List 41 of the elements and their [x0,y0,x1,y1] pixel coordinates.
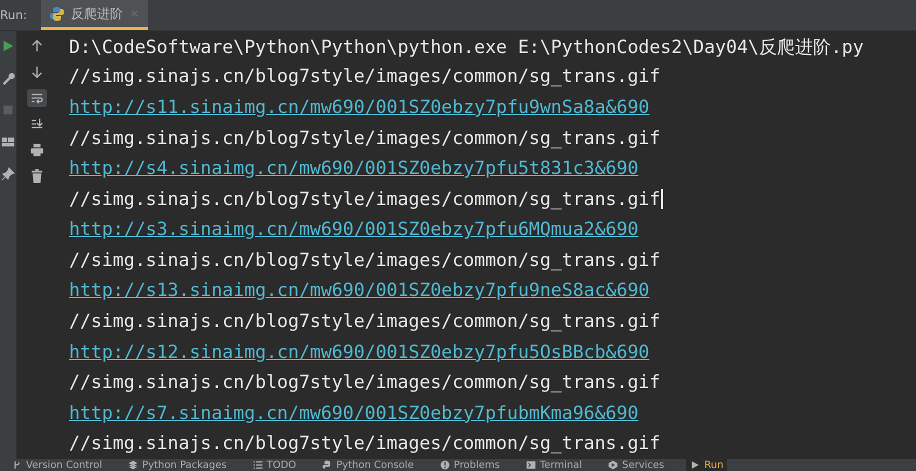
output-line: //simg.sinajs.cn/blog7style/images/common/sg_trans.gif [69,250,660,271]
vcs-icon [12,460,22,470]
run-label: Run: [0,8,28,22]
tool-window-tab[interactable]: Terminal [522,459,586,471]
output-link[interactable]: http://s12.sinaimg.cn/mw690/001SZ0ebzy7pfu5OsBBcb&690 [69,342,650,363]
trash-icon [30,169,44,183]
todo-icon [252,460,263,470]
output-link[interactable]: http://s7.sinaimg.cn/mw690/001SZ0ebzy7pfubmKma96&690 [69,402,638,424]
tool-window-tab[interactable]: Python Console [318,459,418,471]
down-arrow-icon [30,65,44,79]
packages-icon [128,460,138,470]
tool-window-tab[interactable]: Run [686,459,728,471]
up-arrow-icon [30,39,44,53]
output-link[interactable]: http://s13.sinaimg.cn/mw690/001SZ0ebzy7pfu9neS8ac&690 [69,280,650,302]
printer-icon [30,143,44,157]
wrench-icon[interactable] [1,71,15,85]
tool-window-tab[interactable]: TODO [248,459,300,471]
soft-wrap-icon [30,91,44,105]
layout-icon[interactable] [1,135,15,149]
run-tab[interactable]: 反爬进阶 [41,0,148,30]
output-line: //simg.sinajs.cn/blog7style/images/common/sg_trans.gif [69,128,660,149]
output-line: //simg.sinajs.cn/blog7style/images/common/sg_trans.gif [69,433,660,454]
output-line: //simg.sinajs.cn/blog7style/images/common/sg_trans.gif [69,310,660,332]
output-line: //simg.sinajs.cn/blog7style/images/common/sg_trans.gif [69,188,660,210]
tool-window-tab[interactable]: Python Packages [124,459,231,471]
output-line: //simg.sinajs.cn/blog7style/images/common/sg_trans.gif [69,372,660,394]
soft-wrap-button[interactable] [27,89,47,107]
tool-window-tab[interactable]: Problems [436,459,504,471]
pin-icon[interactable] [1,167,15,181]
run-icon [690,460,700,470]
scroll-to-end-icon [30,117,44,131]
python-icon [322,460,332,470]
output-line: //simg.sinajs.cn/blog7style/images/common/sg_trans.gif [69,66,660,88]
output-link[interactable]: http://s4.sinaimg.cn/mw690/001SZ0ebzy7pfu5t831c3&690 [69,158,638,180]
tool-window-tab[interactable]: Services [604,459,668,471]
python-icon [49,6,66,22]
command-line: D:\CodeSoftware\Python\Python\python.exe E:\PythonCodes2\Day04\反爬进阶.py [69,36,864,59]
output-link[interactable]: http://s3.sinaimg.cn/mw690/001SZ0ebzy7pfu6MQmua2&690 [69,219,638,240]
output-link[interactable]: http://s11.sinaimg.cn/mw690/001SZ0ebzy7pfu9wnSa8a&690 [69,96,650,118]
tool-window-tab[interactable]: Version Control [8,459,106,471]
run-icon[interactable] [1,39,15,53]
